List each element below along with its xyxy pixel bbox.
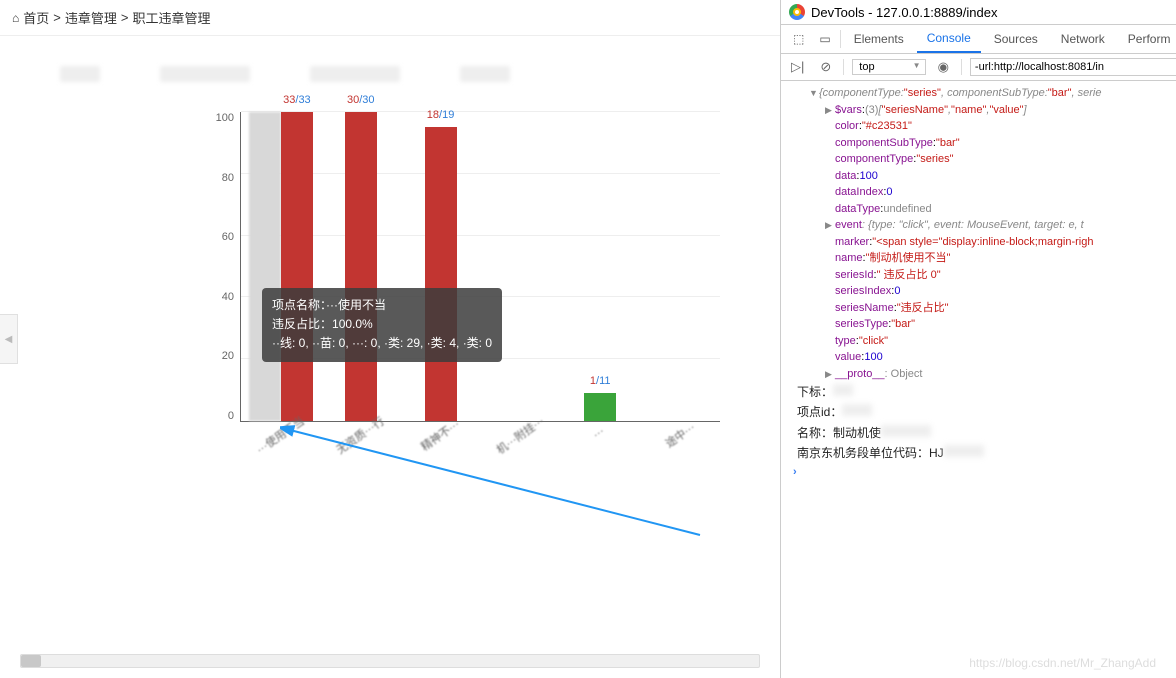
bar-group[interactable] (480, 112, 560, 421)
redacted-label (310, 66, 400, 82)
tooltip-key: 项点名称： (272, 298, 326, 312)
console-property[interactable]: seriesName: "违反占比" (789, 300, 1176, 317)
horizontal-scrollbar[interactable] (20, 654, 760, 668)
devtools-tabs: ⬚ ▭ Elements Console Sources Network Per… (781, 25, 1176, 54)
breadcrumb-l2[interactable]: 职工违章管理 (132, 8, 210, 27)
sidebar-expand-handle[interactable]: ◀ (0, 314, 18, 364)
y-tick: 100 (210, 112, 234, 124)
console-property[interactable]: color: "#c23531" (789, 118, 1176, 135)
console-property[interactable]: name: "制动机使用不当" (789, 250, 1176, 267)
tooltip-key: 违反占比： (272, 317, 332, 331)
tab-sources[interactable]: Sources (984, 26, 1048, 52)
chrome-icon (789, 4, 805, 20)
console-property[interactable]: componentType: "series" (789, 151, 1176, 168)
y-tick: 80 (210, 172, 234, 184)
bar-value-label: 18/19 (427, 109, 455, 121)
console-property[interactable]: componentSubType: "bar" (789, 135, 1176, 152)
breadcrumb-sep: > (53, 10, 61, 25)
y-axis: 100 80 60 40 20 0 (210, 112, 234, 422)
filter-input[interactable]: -url:http://localhost:8081/in (970, 58, 1176, 76)
breadcrumb-home[interactable]: 首页 (23, 8, 49, 27)
y-tick: 20 (210, 350, 234, 362)
x-axis-labels: ···使用不当无资质···行精神不···机···附挂······途中··· (240, 427, 720, 443)
filter-row (0, 36, 780, 102)
console-prompt[interactable]: › (789, 464, 1176, 481)
eye-icon[interactable]: ◉ (934, 57, 953, 77)
redacted-label (60, 66, 100, 82)
console-property[interactable]: dataIndex: 0 (789, 184, 1176, 201)
tab-network[interactable]: Network (1051, 26, 1115, 52)
play-icon[interactable]: ▷| (787, 57, 808, 77)
device-icon[interactable]: ▭ (813, 26, 836, 52)
bar-value-label: 30/30 (347, 94, 375, 106)
devtools-title: DevTools - 127.0.0.1:8889/index (811, 5, 997, 20)
clear-icon[interactable]: ⊘ (816, 57, 835, 77)
bar-group[interactable]: 33/33 (241, 112, 321, 421)
redacted-label (160, 66, 250, 82)
watermark: https://blog.csdn.net/Mr_ZhangAdd (969, 656, 1156, 670)
context-select[interactable]: top (852, 59, 925, 75)
plot-area[interactable]: 33/33 30/30 18/19 1/11 (240, 112, 720, 422)
bar-value-label: 1/11 (590, 375, 611, 387)
tab-performance[interactable]: Perform (1118, 26, 1176, 52)
breadcrumb-sep: > (121, 10, 129, 25)
console-property[interactable]: data: 100 (789, 168, 1176, 185)
bar-group[interactable]: 30/30 (321, 112, 401, 421)
scrollbar-thumb[interactable] (21, 655, 41, 667)
bar-group[interactable]: 1/11 (560, 112, 640, 421)
tab-elements[interactable]: Elements (844, 26, 914, 52)
bar-value-label: 33/33 (283, 94, 311, 106)
bar-group[interactable]: 18/19 (401, 112, 481, 421)
console-property[interactable]: seriesId: " 违反占比 0" (789, 267, 1176, 284)
y-tick: 0 (210, 410, 234, 422)
breadcrumb-l1[interactable]: 违章管理 (65, 8, 117, 27)
breadcrumb: ⌂ 首页 > 违章管理 > 职工违章管理 (0, 0, 780, 36)
console-property[interactable]: dataType: undefined (789, 201, 1176, 218)
bar-secondary[interactable] (249, 112, 281, 421)
console-property[interactable]: type: "click" (789, 333, 1176, 350)
inspect-icon[interactable]: ⬚ (787, 26, 810, 52)
tooltip-detail: ··线: 0, ··苗: 0, ···: 0, ·类: 29, ·类: 4, ·… (272, 334, 492, 353)
console-property[interactable]: seriesIndex: 0 (789, 283, 1176, 300)
tooltip-val: 100.0% (332, 317, 373, 331)
bar-primary[interactable]: 33/33 (281, 112, 313, 421)
console-output[interactable]: ▼ {componentType: "series", componentSub… (781, 81, 1176, 484)
home-icon[interactable]: ⌂ (12, 11, 19, 25)
bar-group[interactable] (640, 112, 720, 421)
devtools-panel: DevTools - 127.0.0.1:8889/index ⬚ ▭ Elem… (780, 0, 1176, 678)
console-toolbar: ▷| ⊘ top ◉ -url:http://localhost:8081/in (781, 54, 1176, 81)
bar-primary[interactable]: 30/30 (345, 112, 377, 421)
chart-tooltip: 项点名称：···使用不当 违反占比：100.0% ··线: 0, ··苗: 0,… (262, 288, 502, 362)
devtools-titlebar: DevTools - 127.0.0.1:8889/index (781, 0, 1176, 25)
redacted-label (460, 66, 510, 82)
bar-primary[interactable]: 18/19 (425, 127, 457, 421)
y-tick: 40 (210, 291, 234, 303)
console-property[interactable]: seriesType: "bar" (789, 316, 1176, 333)
y-tick: 60 (210, 231, 234, 243)
tab-console[interactable]: Console (917, 25, 981, 53)
console-property[interactable]: value: 100 (789, 349, 1176, 366)
main-pane: ⌂ 首页 > 违章管理 > 职工违章管理 100 80 60 40 20 0 3… (0, 0, 780, 678)
tooltip-val: ···使用不当 (326, 298, 386, 312)
